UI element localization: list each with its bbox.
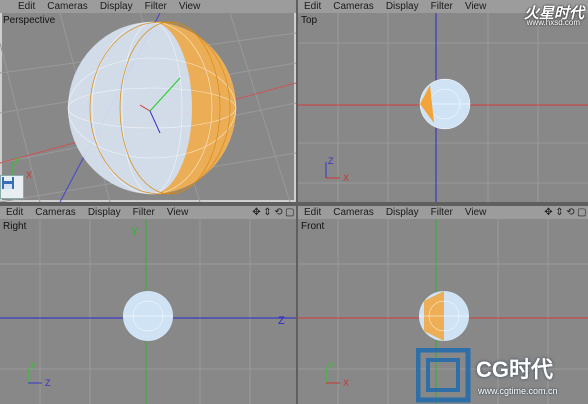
- svg-text:Z: Z: [328, 156, 334, 166]
- menu-cameras[interactable]: Cameras: [41, 1, 94, 12]
- rotate-view-icon[interactable]: ⟲: [274, 207, 283, 218]
- right-view[interactable]: Right Y Z Y Z: [0, 219, 296, 404]
- viewport-top[interactable]: Edit Cameras Display Filter View Top Z X: [298, 0, 588, 202]
- top-scene: Z X: [298, 13, 588, 202]
- menu-filter[interactable]: Filter: [139, 1, 173, 12]
- view-tools: ✥ ⇕ ⟲ ▢: [252, 206, 294, 219]
- svg-text:Z: Z: [45, 378, 51, 388]
- menu-view[interactable]: View: [161, 207, 195, 218]
- cgtime-watermark: CG时代 www.cgtime.com.cn: [412, 346, 588, 404]
- perspective-view[interactable]: Perspective Y X: [0, 13, 296, 202]
- viewport-right[interactable]: Edit Cameras Display Filter View ✥ ⇕ ⟲ ▢…: [0, 206, 296, 404]
- menu-view[interactable]: View: [459, 207, 493, 218]
- svg-text:X: X: [343, 173, 349, 183]
- watermark-url: www.cgtime.com.cn: [478, 386, 558, 396]
- menu-display[interactable]: Display: [380, 207, 425, 218]
- cgtime-logo-icon: [416, 348, 471, 403]
- maximize-view-icon[interactable]: ▢: [285, 207, 294, 218]
- svg-text:Z: Z: [278, 315, 285, 327]
- zoom-view-icon[interactable]: ⇕: [555, 207, 564, 218]
- svg-text:Y: Y: [328, 361, 334, 371]
- move-view-icon[interactable]: ✥: [252, 207, 261, 218]
- viewport-menubar: Edit Cameras Display Filter View ✥ ⇕ ⟲ ▢: [0, 206, 296, 219]
- view-tools: ✥ ⇕ ⟲ ▢: [544, 206, 586, 219]
- maximize-view-icon[interactable]: ▢: [577, 207, 586, 218]
- menu-cameras[interactable]: Cameras: [29, 207, 82, 218]
- menu-view[interactable]: View: [173, 1, 207, 12]
- menu-display[interactable]: Display: [380, 1, 425, 12]
- move-view-icon[interactable]: ✥: [544, 207, 553, 218]
- viewport-perspective[interactable]: Edit Cameras Display Filter View Perspec…: [0, 0, 296, 202]
- floppy-disk-icon: [2, 177, 14, 189]
- menu-cameras[interactable]: Cameras: [327, 1, 380, 12]
- perspective-scene: Y X: [0, 13, 296, 202]
- menu-display[interactable]: Display: [82, 207, 127, 218]
- menu-filter[interactable]: Filter: [425, 207, 459, 218]
- menu-filter[interactable]: Filter: [127, 207, 161, 218]
- zoom-view-icon[interactable]: ⇕: [263, 207, 272, 218]
- hxsd-watermark: 火星时代 www.hxsd.com: [464, 2, 584, 27]
- menu-edit[interactable]: Edit: [298, 1, 327, 12]
- rotate-view-icon[interactable]: ⟲: [566, 207, 575, 218]
- save-button[interactable]: [0, 175, 24, 199]
- svg-text:X: X: [343, 378, 349, 388]
- menu-filter[interactable]: Filter: [425, 1, 459, 12]
- watermark-url: www.hxsd.com: [526, 18, 580, 27]
- viewport-menubar: Edit Cameras Display Filter View: [0, 0, 296, 13]
- menu-edit[interactable]: Edit: [0, 1, 41, 12]
- right-scene: Y Z Y Z: [0, 219, 296, 404]
- menu-cameras[interactable]: Cameras: [327, 207, 380, 218]
- watermark-brand: CG时代: [476, 357, 554, 382]
- svg-text:Y: Y: [131, 226, 139, 238]
- menu-edit[interactable]: Edit: [298, 207, 327, 218]
- svg-text:Y: Y: [14, 156, 20, 166]
- svg-text:Y: Y: [30, 361, 36, 371]
- top-view[interactable]: Top Z X: [298, 13, 588, 202]
- menu-display[interactable]: Display: [94, 1, 139, 12]
- svg-text:X: X: [26, 170, 32, 180]
- menu-edit[interactable]: Edit: [0, 207, 29, 218]
- viewport-menubar: Edit Cameras Display Filter View ✥ ⇕ ⟲ ▢: [298, 206, 588, 219]
